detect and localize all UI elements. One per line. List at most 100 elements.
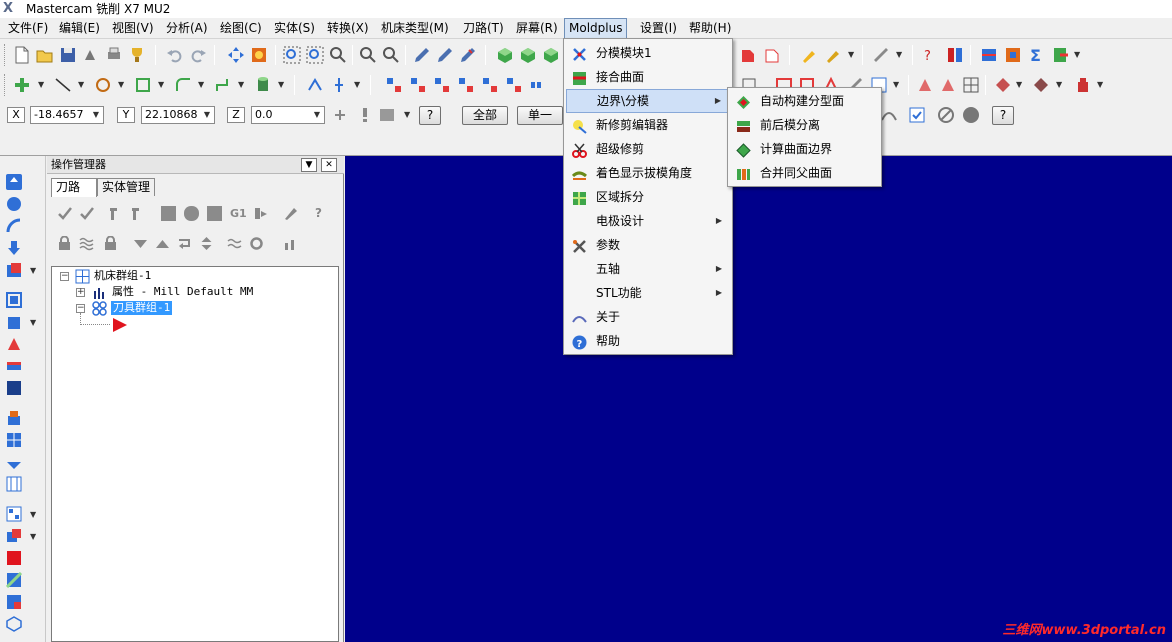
bars-icon[interactable] — [283, 236, 298, 251]
stack-icon[interactable] — [6, 410, 22, 426]
menu-create[interactable]: 绘图(C) — [216, 18, 266, 39]
chevron-down-icon[interactable]: ▼ — [1074, 50, 1080, 59]
offset-icon[interactable] — [481, 76, 499, 94]
move-down-icon[interactable] — [133, 236, 148, 251]
chevron-down-icon[interactable]: ▼ — [896, 50, 902, 59]
wedge-icon[interactable] — [6, 336, 22, 352]
grid-icon[interactable] — [962, 76, 980, 94]
slab-icon[interactable] — [6, 358, 22, 374]
wand-icon[interactable] — [824, 46, 842, 64]
menu-item-merge-surfaces[interactable]: 合并同父曲面 — [730, 161, 879, 185]
point-icon[interactable] — [13, 76, 31, 94]
menu-machine-type[interactable]: 机床类型(M) — [377, 18, 453, 39]
wave-icon[interactable] — [227, 236, 242, 251]
lock-icon[interactable] — [57, 235, 72, 251]
menu-item-super-trim[interactable]: 超级修剪 — [566, 137, 730, 161]
fillet-icon[interactable] — [174, 76, 192, 94]
trophy-icon[interactable] — [128, 46, 146, 64]
select-all-ops-icon[interactable] — [57, 206, 72, 221]
solid-shape-icon[interactable] — [738, 46, 756, 64]
simulate-icon[interactable] — [207, 206, 222, 221]
fast-point-icon[interactable] — [332, 106, 350, 124]
break-icon[interactable] — [330, 76, 348, 94]
insert-arrow-marker-icon[interactable] — [112, 317, 128, 336]
machine-group-label[interactable]: 机床群组-1 — [94, 269, 151, 283]
analyze-icon[interactable]: ? — [922, 46, 940, 64]
chevron-down-icon[interactable]: ▼ — [404, 110, 410, 119]
menu-view[interactable]: 视图(V) — [108, 18, 158, 39]
menu-moldplus[interactable]: Moldplus — [564, 18, 628, 39]
menu-edit[interactable]: 编辑(E) — [55, 18, 104, 39]
highfeed-icon[interactable] — [283, 206, 298, 221]
zoom-out-icon[interactable] — [382, 46, 400, 64]
backplot-op-icon[interactable] — [161, 206, 176, 221]
print-icon[interactable] — [105, 46, 123, 64]
chevron-down-icon[interactable]: ▼ — [30, 532, 36, 541]
brush-icon[interactable] — [436, 46, 454, 64]
menu-item-boundary-split[interactable]: 边界\分模 ▶ — [566, 89, 730, 113]
y-coordinate-input[interactable]: 22.10868 ▼ — [141, 106, 215, 124]
select-all-button[interactable]: 全部 — [462, 106, 508, 125]
wire-cube-icon[interactable] — [6, 616, 22, 632]
menu-file[interactable]: 文件(F) — [4, 18, 52, 39]
box-icon[interactable] — [6, 292, 22, 308]
trim-icon[interactable] — [306, 76, 324, 94]
measure-icon[interactable] — [872, 46, 890, 64]
menu-item-split-module[interactable]: 分模模块1 — [566, 41, 730, 65]
fit-icon[interactable] — [283, 46, 301, 64]
solid-box-icon[interactable] — [6, 314, 22, 330]
menu-item-surface-boundary[interactable]: 计算曲面边界 — [730, 137, 879, 161]
tab-solids-manager[interactable]: 实体管理 — [97, 178, 155, 196]
move-down-icon[interactable] — [6, 454, 22, 470]
merge-icon[interactable] — [82, 46, 100, 64]
menu-item-about[interactable]: 关于 — [566, 305, 730, 329]
solid-outline-icon[interactable] — [762, 46, 780, 64]
menu-item-parameters[interactable]: 参数 — [566, 233, 730, 257]
toolbar-grip[interactable] — [4, 74, 7, 96]
shade-icon[interactable] — [250, 46, 268, 64]
zoom-in-icon[interactable] — [359, 46, 377, 64]
translate-icon[interactable] — [385, 76, 403, 94]
backplot-icon[interactable] — [1004, 46, 1022, 64]
select-single-button[interactable]: 单一 — [517, 106, 563, 125]
mirror-icon[interactable] — [409, 76, 427, 94]
remove-icon[interactable] — [6, 594, 22, 610]
scale-icon[interactable] — [457, 76, 475, 94]
exclamation-icon[interactable] — [356, 106, 374, 124]
chevron-down-icon[interactable]: ▼ — [1016, 80, 1022, 89]
menu-item-join-surface[interactable]: 接合曲面 — [566, 65, 730, 89]
properties-label[interactable]: 属性 - Mill Default MM — [112, 285, 253, 299]
graphics-viewport[interactable]: 三维网www.3dportal.cn — [345, 156, 1172, 642]
move-up-icon[interactable] — [155, 236, 170, 251]
cylinder-icon[interactable] — [254, 76, 272, 94]
post-lock-icon[interactable] — [103, 235, 118, 251]
gview-icon[interactable] — [939, 76, 957, 94]
chevron-down-icon[interactable]: ▼ — [30, 510, 36, 519]
menu-item-stl-functions[interactable]: STL功能 ▶ — [566, 281, 730, 305]
menu-help[interactable]: 帮助(H) — [685, 18, 735, 39]
dropdown-control-icon[interactable]: ▼ — [301, 158, 317, 172]
collapse-icon[interactable]: − — [76, 304, 85, 313]
rectangle-icon[interactable] — [134, 76, 152, 94]
line-icon[interactable] — [54, 76, 72, 94]
cube-side-icon[interactable] — [542, 46, 560, 64]
new-file-icon[interactable] — [13, 46, 31, 64]
z-coordinate-label[interactable]: Z — [227, 107, 245, 123]
chevron-down-icon[interactable]: ▼ — [354, 80, 360, 89]
menu-item-trim-editor[interactable]: 新修剪编辑器 — [566, 113, 730, 137]
chevron-down-icon[interactable]: ▼ — [238, 80, 244, 89]
repaint-icon[interactable] — [227, 46, 245, 64]
menu-settings[interactable]: 设置(I) — [636, 18, 681, 39]
chevron-down-icon[interactable]: ▼ — [90, 108, 102, 122]
chamfer-icon[interactable] — [214, 76, 232, 94]
table-icon[interactable] — [6, 476, 22, 492]
attribute-icon[interactable] — [1032, 76, 1050, 94]
post-selected-icon[interactable] — [253, 206, 268, 221]
pen-icon[interactable] — [413, 46, 431, 64]
chevron-down-icon[interactable]: ▼ — [311, 108, 323, 122]
help-icon[interactable]: ? — [311, 206, 326, 221]
zoom-target-icon[interactable] — [329, 46, 347, 64]
chevron-down-icon[interactable]: ▼ — [1097, 80, 1103, 89]
y-coordinate-label[interactable]: Y — [117, 107, 135, 123]
menu-solids[interactable]: 实体(S) — [270, 18, 319, 39]
